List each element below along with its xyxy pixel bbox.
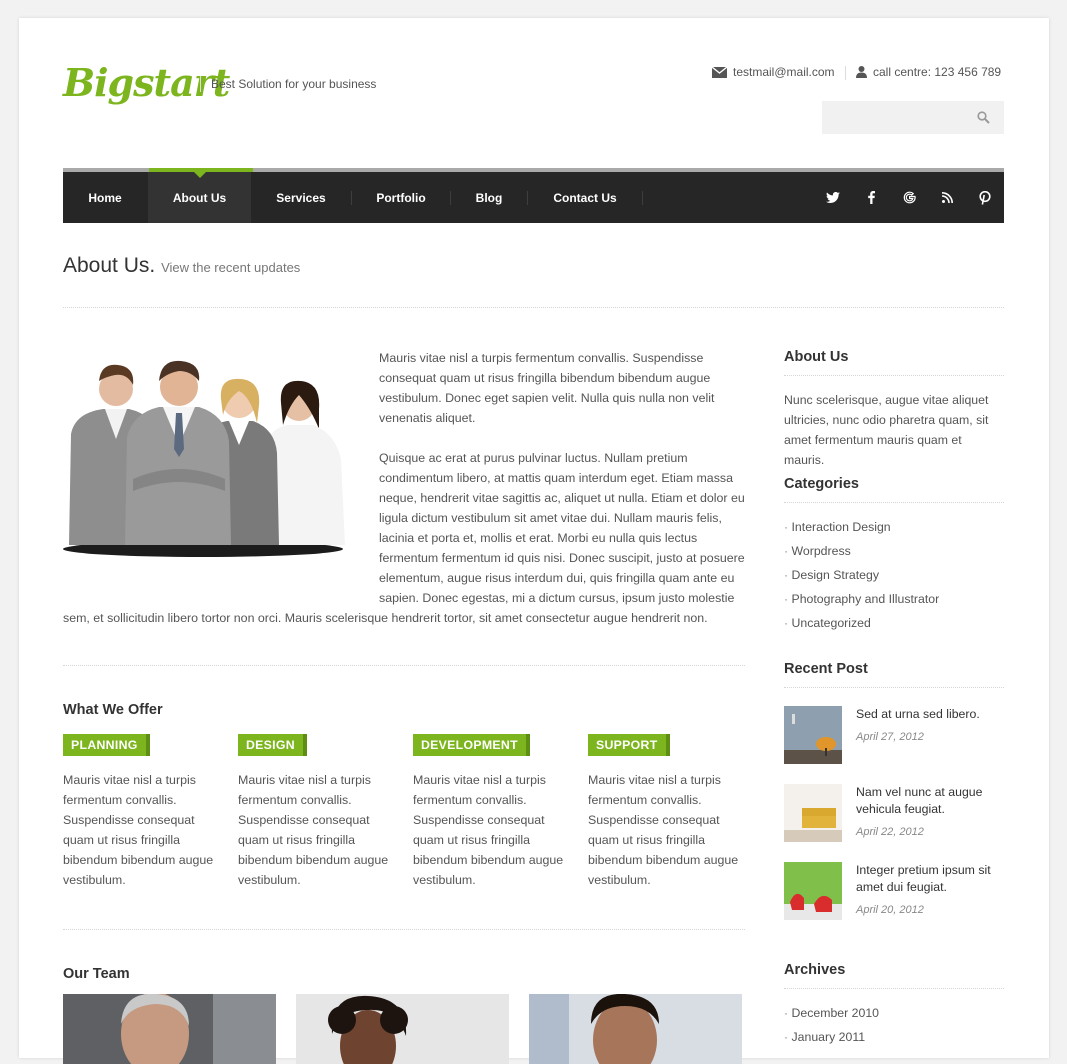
phone-text: call centre: 123 456 789 [873,65,1002,79]
nav-home[interactable]: Home [63,172,147,223]
team-heading: Our Team [63,966,130,982]
offer-text: Mauris vitae nisl a turpis fermentum con… [413,773,564,887]
rss-icon[interactable] [928,172,966,223]
offer-design: DESIGN Mauris vitae nisl a turpis fermen… [238,734,398,890]
nav-services[interactable]: Services [251,172,351,223]
section-divider [63,665,745,666]
user-icon [856,66,867,78]
pinterest-icon[interactable] [966,172,1004,223]
sidebar-archives-heading: Archives [784,962,846,978]
main-nav: Home About Us Services Portfolio Blog Co… [63,172,1004,223]
nav-portfolio[interactable]: Portfolio [352,172,450,223]
recent-post-date: April 20, 2012 [856,904,924,916]
team-member-photo[interactable] [296,994,509,1064]
image-float-spacer [63,448,379,608]
sidebar-about-heading: About Us [784,349,849,365]
contact-divider [845,66,846,80]
category-item[interactable]: Photography and Illustrator [784,587,1004,611]
offer-text: Mauris vitae nisl a turpis fermentum con… [238,773,389,887]
logo[interactable]: Bigstart [63,58,230,108]
category-item[interactable]: Uncategorized [784,611,1004,635]
page-title-text: About Us. [63,254,156,277]
social-links [814,172,1004,223]
recent-post-date: April 27, 2012 [856,731,924,743]
tagline: Best Solution for your business [211,77,377,91]
archive-item[interactable]: January 2011 [784,1025,1004,1049]
search-icon[interactable] [977,111,990,124]
recent-post[interactable]: Sed at urna sed libero. April 27, 2012 [784,706,1004,764]
facebook-icon[interactable] [852,172,890,223]
nav-contact-us[interactable]: Contact Us [528,172,642,223]
contact-phone: call centre: 123 456 789 [856,65,1001,79]
offer-support: SUPPORT Mauris vitae nisl a turpis ferme… [588,734,748,890]
recent-post-title[interactable]: Nam vel nunc at augue vehicula feugiat. [856,784,1004,818]
offer-label: PLANNING [63,734,150,756]
intro-paragraph-2: Quisque ac erat at purus pulvinar luctus… [63,448,745,628]
page-title: About Us. View the recent updates [63,254,300,278]
recent-post-title[interactable]: Sed at urna sed libero. [856,706,980,723]
section-divider [63,929,745,930]
recent-post-thumbnail[interactable] [784,784,842,842]
sidebar-recent-heading: Recent Post [784,661,868,677]
offer-text: Mauris vitae nisl a turpis fermentum con… [63,773,214,887]
category-item[interactable]: Design Strategy [784,563,1004,587]
google-icon[interactable] [890,172,928,223]
tagline-divider [200,76,201,92]
offer-heading: What We Offer [63,702,163,718]
sidebar-divider [784,988,1004,989]
sidebar-categories-heading: Categories [784,476,859,492]
sidebar-divider [784,687,1004,688]
page-subtitle: View the recent updates [161,260,301,275]
nav-about-us[interactable]: About Us [148,172,251,223]
recent-post[interactable]: Nam vel nunc at augue vehicula feugiat. … [784,784,1004,842]
mail-icon [712,66,727,78]
offer-development: DEVELOPMENT Mauris vitae nisl a turpis f… [413,734,573,890]
recent-post[interactable]: Integer pretium ipsum sit amet dui feugi… [784,862,1004,920]
offer-label: DESIGN [238,734,307,756]
intro-text-1: Mauris vitae nisl a turpis fermentum con… [379,351,715,425]
email-text: testmail@mail.com [733,65,835,79]
team-member-photo[interactable] [63,994,276,1064]
category-item[interactable]: Interaction Design [784,515,1004,539]
category-item[interactable]: Worpdress [784,539,1004,563]
nav-blog[interactable]: Blog [451,172,527,223]
search-box[interactable] [822,101,1004,134]
recent-post-thumbnail[interactable] [784,706,842,764]
sidebar-divider [784,502,1004,503]
offer-label: DEVELOPMENT [413,734,530,756]
logo-text: Bigstart [63,60,230,105]
sidebar-divider [784,375,1004,376]
archive-list: December 2010 January 2011 [784,1001,1004,1049]
twitter-icon[interactable] [814,172,852,223]
team-member-photo[interactable] [529,994,742,1064]
offer-label: SUPPORT [588,734,670,756]
offer-text: Mauris vitae nisl a turpis fermentum con… [588,773,739,887]
sidebar-about-text: Nunc scelerisque, augue vitae aliquet ul… [784,393,989,467]
intro-paragraph-1: Mauris vitae nisl a turpis fermentum con… [379,348,745,448]
archive-item[interactable]: December 2010 [784,1001,1004,1025]
recent-post-title[interactable]: Integer pretium ipsum sit amet dui feugi… [856,862,1004,896]
contact-email[interactable]: testmail@mail.com [712,65,835,79]
title-divider [63,307,1004,308]
offer-planning: PLANNING Mauris vitae nisl a turpis ferm… [63,734,223,890]
nav-divider [642,190,643,205]
recent-post-date: April 22, 2012 [856,826,924,838]
recent-post-thumbnail[interactable] [784,862,842,920]
search-input[interactable] [822,101,982,134]
page: Bigstart Best Solution for your business… [19,18,1049,1064]
category-list: Interaction Design Worpdress Design Stra… [784,515,1004,635]
